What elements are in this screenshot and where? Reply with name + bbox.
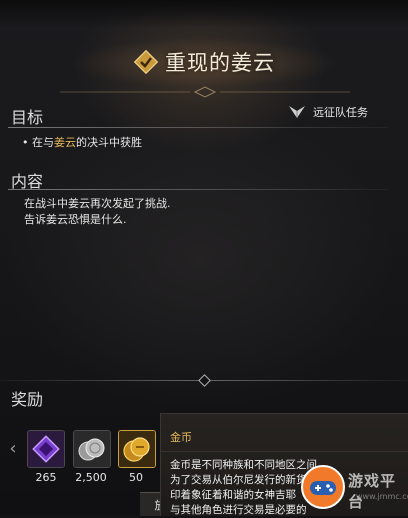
gamepad-logo-icon bbox=[301, 465, 345, 509]
silver-coins-icon bbox=[74, 431, 110, 467]
tooltip-divider bbox=[161, 451, 408, 452]
watermark: 游戏平台 www.jmmc.cc bbox=[298, 456, 408, 515]
content-line: 告诉姜云恐惧是什么. bbox=[24, 213, 127, 226]
quest-header: 重现的姜云 bbox=[0, 30, 408, 94]
quest-title: 重现的姜云 bbox=[165, 51, 275, 75]
objective-text-before: 在与 bbox=[32, 136, 54, 149]
objective-heading: 目标 bbox=[11, 108, 44, 127]
purple-gem-icon bbox=[28, 431, 64, 467]
task-type: 远征队任务 bbox=[288, 104, 368, 120]
top-vignette bbox=[0, 0, 408, 28]
reward-count: 50 bbox=[129, 471, 143, 484]
objective-target-name: 姜云 bbox=[54, 136, 76, 149]
objective-text-after: 的决斗中获胜 bbox=[76, 136, 142, 149]
header-ornament bbox=[60, 86, 350, 98]
reward-item-silver-coins[interactable] bbox=[73, 430, 111, 468]
bullet: • bbox=[22, 136, 29, 149]
quest-diamond-icon bbox=[133, 49, 159, 75]
reward-item-gold-coins[interactable] bbox=[118, 430, 156, 468]
task-type-label: 远征队任务 bbox=[313, 106, 368, 119]
tooltip-item-name: 金币 bbox=[170, 431, 192, 444]
content-text: 在战斗中姜云再次发起了挑战. 告诉姜云恐惧是什么. bbox=[24, 196, 171, 228]
watermark-text: 游戏平台 bbox=[348, 472, 397, 511]
objective-item: • 在与姜云的决斗中获胜 bbox=[22, 134, 142, 150]
content-divider bbox=[8, 189, 388, 190]
rewards-heading: 奖励 bbox=[11, 390, 44, 409]
expedition-icon bbox=[289, 106, 305, 118]
reward-count: 265 bbox=[35, 471, 57, 484]
reward-item-purple-gem[interactable] bbox=[27, 430, 65, 468]
content-line: 在战斗中姜云再次发起了挑战. bbox=[24, 197, 171, 210]
previous-arrow-icon[interactable]: ‹ bbox=[6, 438, 20, 459]
objective-divider bbox=[8, 127, 388, 128]
watermark-url: www.jmmc.cc bbox=[356, 492, 408, 501]
gold-coins-icon bbox=[119, 431, 155, 467]
reward-count: 2,500 bbox=[75, 471, 107, 484]
